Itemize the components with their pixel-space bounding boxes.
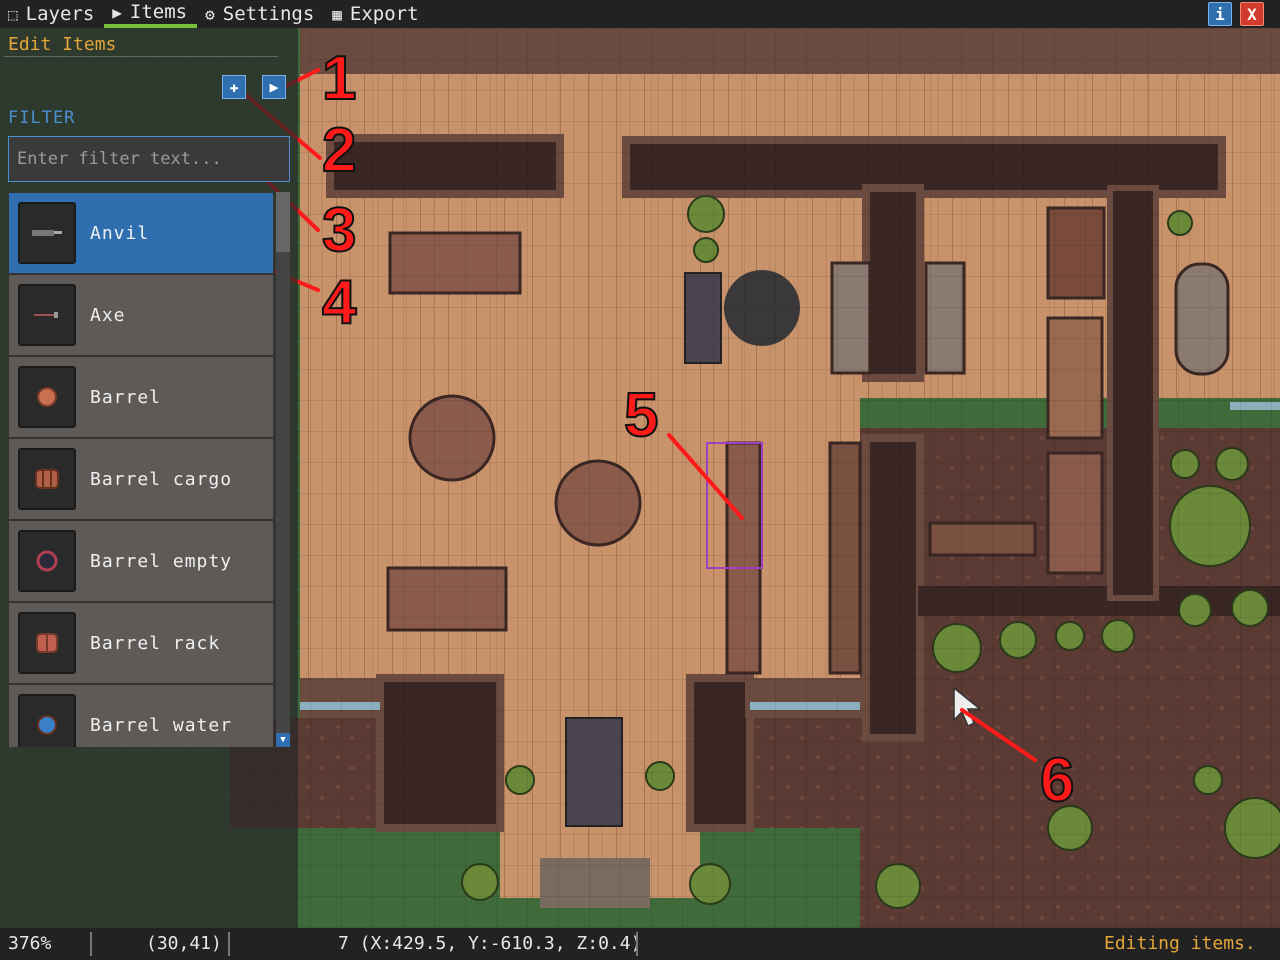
- menu-bar: ⬚ Layers ▶ Items ⚙ Settings ▦ Export i X: [0, 0, 1280, 28]
- item-label: Barrel water: [90, 714, 233, 736]
- annotation-4: 4: [321, 268, 358, 337]
- scrollbar-thumb[interactable]: [276, 192, 290, 252]
- plus-icon: ✚: [229, 78, 239, 96]
- item-label: Barrel: [90, 386, 162, 408]
- tab-label: Export: [349, 3, 419, 25]
- scroll-down-button[interactable]: ▼: [276, 733, 290, 747]
- barrel-icon: [18, 366, 76, 428]
- list-item-anvil[interactable]: Anvil: [8, 192, 274, 274]
- title-divider: [4, 56, 278, 57]
- status-message: Editing items.: [1104, 933, 1256, 954]
- barrel-cargo-icon: [18, 448, 76, 510]
- gear-icon: ⚙: [205, 4, 215, 24]
- close-button[interactable]: X: [1240, 2, 1264, 26]
- item-label: Barrel cargo: [90, 468, 233, 490]
- barrel-rack-icon: [18, 612, 76, 674]
- filter-input[interactable]: [8, 136, 290, 182]
- edit-items-panel: Edit Items ✚ ▶ FILTER Anvil Axe Barrel: [0, 28, 298, 928]
- layers-icon: ⬚: [8, 4, 18, 24]
- select-tool-button[interactable]: ▶: [262, 75, 286, 99]
- list-item-barrel-water[interactable]: Barrel water: [8, 684, 274, 747]
- list-item-barrel-rack[interactable]: Barrel rack: [8, 602, 274, 684]
- list-item-barrel-empty[interactable]: Barrel empty: [8, 520, 274, 602]
- filter-label: FILTER: [8, 108, 76, 128]
- list-item-barrel[interactable]: Barrel: [8, 356, 274, 438]
- list-item-barrel-cargo[interactable]: Barrel cargo: [8, 438, 274, 520]
- info-icon: i: [1215, 4, 1225, 24]
- item-label: Axe: [90, 304, 126, 326]
- annotation-3: 3: [321, 196, 358, 265]
- divider: [228, 932, 230, 956]
- add-item-button[interactable]: ✚: [222, 75, 246, 99]
- close-icon: X: [1247, 4, 1257, 24]
- list-scrollbar[interactable]: [276, 192, 290, 747]
- divider: [636, 932, 638, 956]
- barrel-empty-icon: [18, 530, 76, 592]
- item-label: Barrel rack: [90, 632, 221, 654]
- info-button[interactable]: i: [1208, 2, 1232, 26]
- barrel-water-icon: [18, 694, 76, 747]
- chevron-down-icon: ▼: [280, 735, 286, 745]
- tab-label: Layers: [25, 3, 95, 25]
- axe-icon: [18, 284, 76, 346]
- item-list: Anvil Axe Barrel Barrel cargo Barrel emp…: [8, 192, 274, 747]
- cursor-position: 7 (X:429.5, Y:-610.3, Z:0.4): [338, 933, 642, 954]
- tab-export[interactable]: ▦ Export: [324, 0, 428, 28]
- annotation-1: 1: [321, 44, 358, 113]
- grid-icon: ▦: [332, 4, 342, 24]
- cursor-icon: ▶: [112, 2, 122, 22]
- item-label: Barrel empty: [90, 550, 233, 572]
- tab-settings[interactable]: ⚙ Settings: [197, 0, 324, 28]
- item-label: Anvil: [90, 222, 150, 244]
- zoom-level: 376%: [8, 933, 52, 954]
- tab-layers[interactable]: ⬚ Layers: [0, 0, 104, 28]
- divider: [90, 932, 92, 956]
- tab-label: Items: [129, 1, 188, 23]
- tab-label: Settings: [222, 3, 315, 25]
- annotation-6: 6: [1039, 746, 1076, 815]
- panel-title: Edit Items: [8, 34, 117, 55]
- cell-coordinate: (30,41): [146, 933, 222, 954]
- list-item-axe[interactable]: Axe: [8, 274, 274, 356]
- status-bar: 376% (30,41) 7 (X:429.5, Y:-610.3, Z:0.4…: [0, 928, 1280, 960]
- cursor-icon: ▶: [269, 78, 279, 96]
- tab-items[interactable]: ▶ Items: [104, 0, 198, 28]
- annotation-2: 2: [321, 116, 358, 185]
- anvil-icon: [18, 202, 76, 264]
- annotation-5: 5: [623, 381, 660, 450]
